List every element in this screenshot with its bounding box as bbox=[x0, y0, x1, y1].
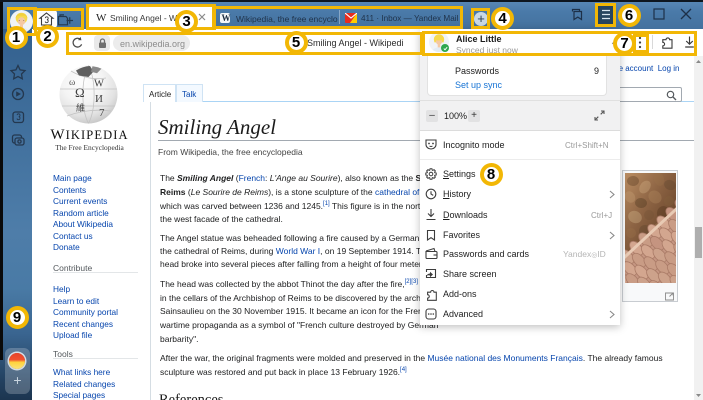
svg-text:維: 維 bbox=[76, 102, 85, 113]
svg-text:Ω: Ω bbox=[75, 85, 85, 100]
svg-text:ω: ω bbox=[69, 78, 75, 88]
svg-text:W: W bbox=[94, 79, 104, 90]
svg-text:7: 7 bbox=[99, 107, 105, 119]
svg-text:И: И bbox=[95, 93, 103, 105]
